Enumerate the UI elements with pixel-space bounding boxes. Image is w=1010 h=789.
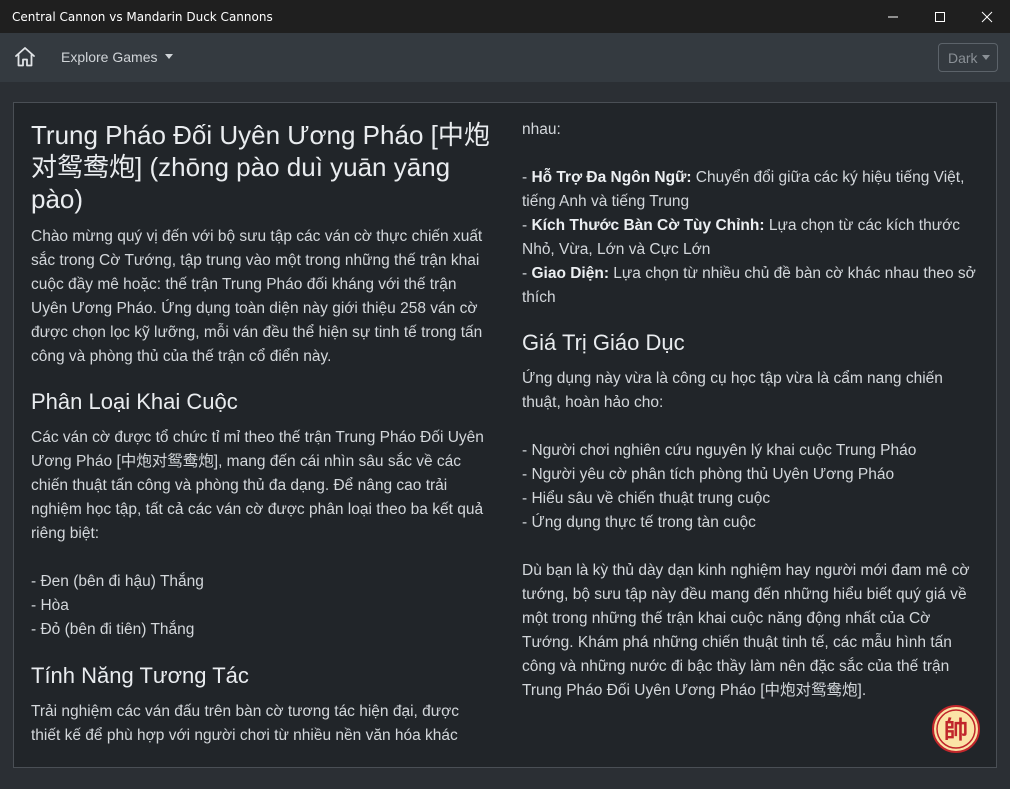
maximize-icon (935, 12, 945, 22)
piece-glyph: 帥 (944, 716, 968, 744)
title-bar: Central Cannon vs Mandarin Duck Cannons (0, 0, 1010, 33)
features-paragraph-continuation: nhau: (522, 121, 561, 138)
window-title: Central Cannon vs Mandarin Duck Cannons (12, 10, 273, 24)
education-item: - Người yêu cờ phân tích phòng thủ Uyên … (522, 466, 895, 483)
caret-down-icon (981, 54, 990, 60)
features-paragraph: Trải nghiệm các ván đấu trên bàn cờ tươn… (31, 703, 460, 744)
content-panel: Trung Pháo Đối Uyên Ương Pháo [中炮对鸳鸯炮] (… (13, 102, 997, 768)
caret-down-icon (165, 53, 174, 59)
education-list: - Người chơi nghiên cứu nguyên lý khai c… (522, 439, 982, 535)
results-list: - Đen (bên đi hậu) Thắng - Hòa - Đỏ (bên… (31, 570, 491, 642)
close-icon (981, 11, 993, 23)
theme-dropdown-button[interactable]: Dark (938, 43, 998, 72)
explore-games-label: Explore Games (61, 49, 158, 65)
feature-label: Kích Thước Bàn Cờ Tùy Chỉnh: (531, 217, 765, 234)
result-item: - Đen (bên đi hậu) Thắng (31, 573, 204, 590)
theme-label: Dark (948, 50, 978, 66)
education-item: - Ứng dụng thực tế trong tàn cuộc (522, 514, 756, 531)
education-item: - Hiểu sâu về chiến thuật trung cuộc (522, 490, 771, 507)
home-button[interactable] (13, 45, 37, 69)
features-list: - Hỗ Trợ Đa Ngôn Ngữ: Chuyển đổi giữa cá… (522, 166, 982, 310)
minimize-icon (888, 16, 898, 18)
maximize-button[interactable] (917, 0, 963, 33)
feature-item: - Giao Diện: Lựa chọn từ nhiều chủ đề bà… (522, 265, 976, 306)
result-item: - Đỏ (bên đi tiên) Thắng (31, 621, 195, 638)
feature-item: - Kích Thước Bàn Cờ Tùy Chỉnh: Lựa chọn … (522, 217, 961, 258)
explore-games-dropdown[interactable]: Explore Games (61, 49, 174, 65)
classification-paragraph: Các ván cờ được tổ chức tỉ mỉ theo thế t… (31, 429, 484, 542)
features-heading: Tính Năng Tương Tác (31, 663, 249, 688)
closing-paragraph: Dù bạn là kỳ thủ dày dạn kinh nghiệm hay… (522, 562, 970, 699)
result-item: - Hòa (31, 597, 69, 614)
continued-text: nhau: (522, 98, 982, 142)
xiangqi-general-piece-icon: 帥 (932, 705, 980, 753)
education-item: - Người chơi nghiên cứu nguyên lý khai c… (522, 442, 917, 459)
feature-label: Hỗ Trợ Đa Ngôn Ngữ: (531, 169, 692, 186)
left-column: Trung Pháo Đối Uyên Ương Pháo [中炮对鸳鸯炮] (… (31, 103, 491, 748)
right-column: nhau: - Hỗ Trợ Đa Ngôn Ngữ: Chuyển đổi g… (522, 103, 982, 703)
feature-label: Giao Diện: (531, 265, 609, 282)
classification-heading: Phân Loại Khai Cuộc (31, 389, 238, 414)
close-button[interactable] (964, 0, 1010, 33)
minimize-button[interactable] (870, 0, 916, 33)
education-paragraph: Ứng dụng này vừa là công cụ học tập vừa … (522, 370, 943, 411)
intro-paragraph: Chào mừng quý vị đến với bộ sưu tập các … (31, 228, 483, 365)
page-title: Trung Pháo Đối Uyên Ương Pháo [中炮对鸳鸯炮] (… (31, 120, 490, 214)
navbar: Explore Games Dark (0, 33, 1010, 82)
home-icon (15, 47, 35, 67)
education-heading: Giá Trị Giáo Dục (522, 330, 685, 355)
feature-item: - Hỗ Trợ Đa Ngôn Ngữ: Chuyển đổi giữa cá… (522, 169, 965, 210)
